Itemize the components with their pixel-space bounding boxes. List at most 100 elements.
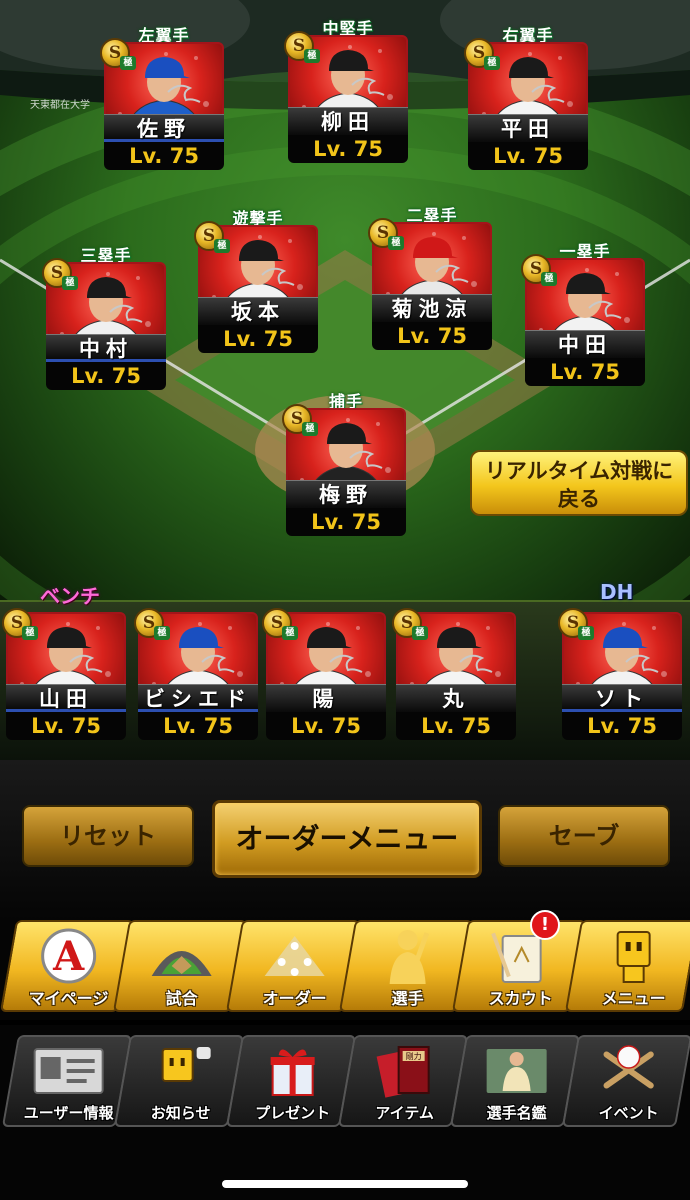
player-card[interactable]: 遊撃手 S 極 坂本 Lv. 75 [194,209,318,355]
sub-menu-label: ユーザー情報 [23,1104,114,1122]
player-level: Lv. 75 [468,142,588,170]
player-name: 佐野 [104,114,224,142]
player-icon [349,926,467,990]
player-card[interactable]: 捕手 S 極 梅野 Lv. 75 [282,392,406,538]
player-name: 梅野 [286,480,406,508]
player-card[interactable]: 一塁手 S 極 中田 Lv. 75 [521,242,645,388]
sub-menu-label: イベント [598,1104,659,1122]
main-menu-label: スカウト [488,989,553,1008]
save-button[interactable]: セーブ [498,805,670,867]
order-menu-button[interactable]: オーダーメニュー [212,800,482,878]
main-menu-label: 試合 [165,989,198,1008]
player-name: 坂本 [198,297,318,325]
svg-text:剛力: 剛力 [406,1051,422,1061]
return-to-realtime-button[interactable]: リアルタイム対戦に 戻る [470,450,688,516]
player-card[interactable]: 中堅手 S 極 柳田 Lv. 75 [284,19,408,165]
player-name: 柳田 [288,107,408,135]
main-menu-menu-button[interactable]: メニュー [564,920,690,1012]
player-name: 山田 [6,684,126,712]
player-level: Lv. 75 [562,712,682,740]
bench-player-card[interactable]: S 極 ビシエド Lv. 75 [134,608,258,742]
main-menu-player-button[interactable]: 選手 [338,920,474,1012]
player-level: Lv. 75 [288,135,408,163]
player-directory-icon [460,1043,574,1103]
main-menu-mypage-button[interactable]: A マイページ [0,920,135,1012]
home-indicator [222,1180,468,1188]
player-level: Lv. 75 [396,712,516,740]
player-name: ビシエド [138,684,258,712]
present-icon [236,1043,350,1103]
player-level: Lv. 75 [104,142,224,170]
player-level: Lv. 75 [198,325,318,353]
main-menu-label: 選手 [391,989,424,1008]
player-card[interactable]: 左翼手 S 極 佐野 Lv. 75 [100,26,224,172]
main-menu-scout-button[interactable]: スカウト [451,920,587,1012]
return-button-line2: 戻る [558,487,600,511]
player-level: Lv. 75 [286,508,406,536]
sub-menu-label: アイテム [375,1104,434,1122]
sub-menu-label: お知らせ [150,1104,211,1122]
sub-menu: ユーザー情報 お知らせ プレゼント 剛力 アイテム 選手名鑑 イベント [0,1025,690,1200]
bench-label: ベンチ [40,584,100,608]
rarity-badge-icon: S 極 [368,218,404,250]
sub-menu-item-button[interactable]: 剛力 アイテム [337,1035,469,1127]
player-level: Lv. 75 [46,362,166,390]
player-level: Lv. 75 [525,358,645,386]
rarity-badge-icon: S 極 [262,608,298,640]
player-level: Lv. 75 [6,712,126,740]
scout-icon [462,926,580,990]
player-card[interactable]: 右翼手 S 極 平田 Lv. 75 [464,26,588,172]
sub-menu-label: プレゼント [255,1104,331,1122]
bench-player-card[interactable]: S 極 陽 Lv. 75 [262,608,386,742]
main-menu-label: オーダー [262,989,327,1008]
rarity-badge-icon: S 極 [42,258,78,290]
event-icon [572,1043,686,1103]
player-name: 中村 [46,334,166,362]
main-menu-label: メニュー [601,989,666,1008]
player-name: ソト [562,684,682,712]
rarity-badge-icon: S 極 [464,38,500,70]
player-name: 菊池涼 [372,294,492,322]
sub-menu-user-info-button[interactable]: ユーザー情報 [1,1035,133,1127]
rarity-badge-icon: S 極 [2,608,38,640]
bench-player-card[interactable]: S 極 丸 Lv. 75 [392,608,516,742]
user-info-icon [12,1043,126,1103]
rarity-badge-icon: S 極 [282,404,318,436]
rarity-badge-icon: S 極 [392,608,428,640]
svg-text:A: A [52,933,85,980]
return-button-line1: リアルタイム対戦に [484,459,674,483]
player-level: Lv. 75 [138,712,258,740]
player-name: 平田 [468,114,588,142]
sub-menu-player-directory-button[interactable]: 選手名鑑 [449,1035,581,1127]
player-card[interactable]: 三塁手 S 極 中村 Lv. 75 [42,246,166,392]
sub-menu-present-button[interactable]: プレゼント [225,1035,357,1127]
svg-text:天東都在大学: 天東都在大学 [30,98,90,111]
rarity-badge-icon: S 極 [100,38,136,70]
main-menu-stadium-button[interactable]: 試合 [112,920,248,1012]
player-level: Lv. 75 [266,712,386,740]
menu-icon [575,926,690,990]
scout-notification-badge: ! [530,910,560,940]
player-name: 中田 [525,330,645,358]
main-menu-label: マイページ [28,989,109,1008]
order-icon [236,926,354,990]
dh-label: DH [600,580,634,604]
rarity-badge-icon: S 極 [558,608,594,640]
reset-button[interactable]: リセット [22,805,194,867]
sub-menu-event-button[interactable]: イベント [561,1035,690,1127]
news-icon [124,1043,238,1103]
rarity-badge-icon: S 極 [194,221,230,253]
main-menu: A マイページ 試合 オーダー 選手 スカウト メニュー [0,920,690,1020]
mypage-icon: A [10,926,128,990]
stadium-icon [123,926,241,990]
player-level: Lv. 75 [372,322,492,350]
bench-player-card[interactable]: S 極 山田 Lv. 75 [2,608,126,742]
main-menu-order-button[interactable]: オーダー [225,920,361,1012]
dh-player-card[interactable]: S 極 ソト Lv. 75 [558,608,682,742]
order-bar: リセット オーダーメニュー セーブ [0,760,690,920]
rarity-badge-icon: S 極 [134,608,170,640]
player-card[interactable]: 二塁手 S 極 菊池涼 Lv. 75 [368,206,492,352]
rarity-badge-icon: S 極 [284,31,320,63]
sub-menu-news-button[interactable]: お知らせ [113,1035,245,1127]
player-name: 陽 [266,684,386,712]
